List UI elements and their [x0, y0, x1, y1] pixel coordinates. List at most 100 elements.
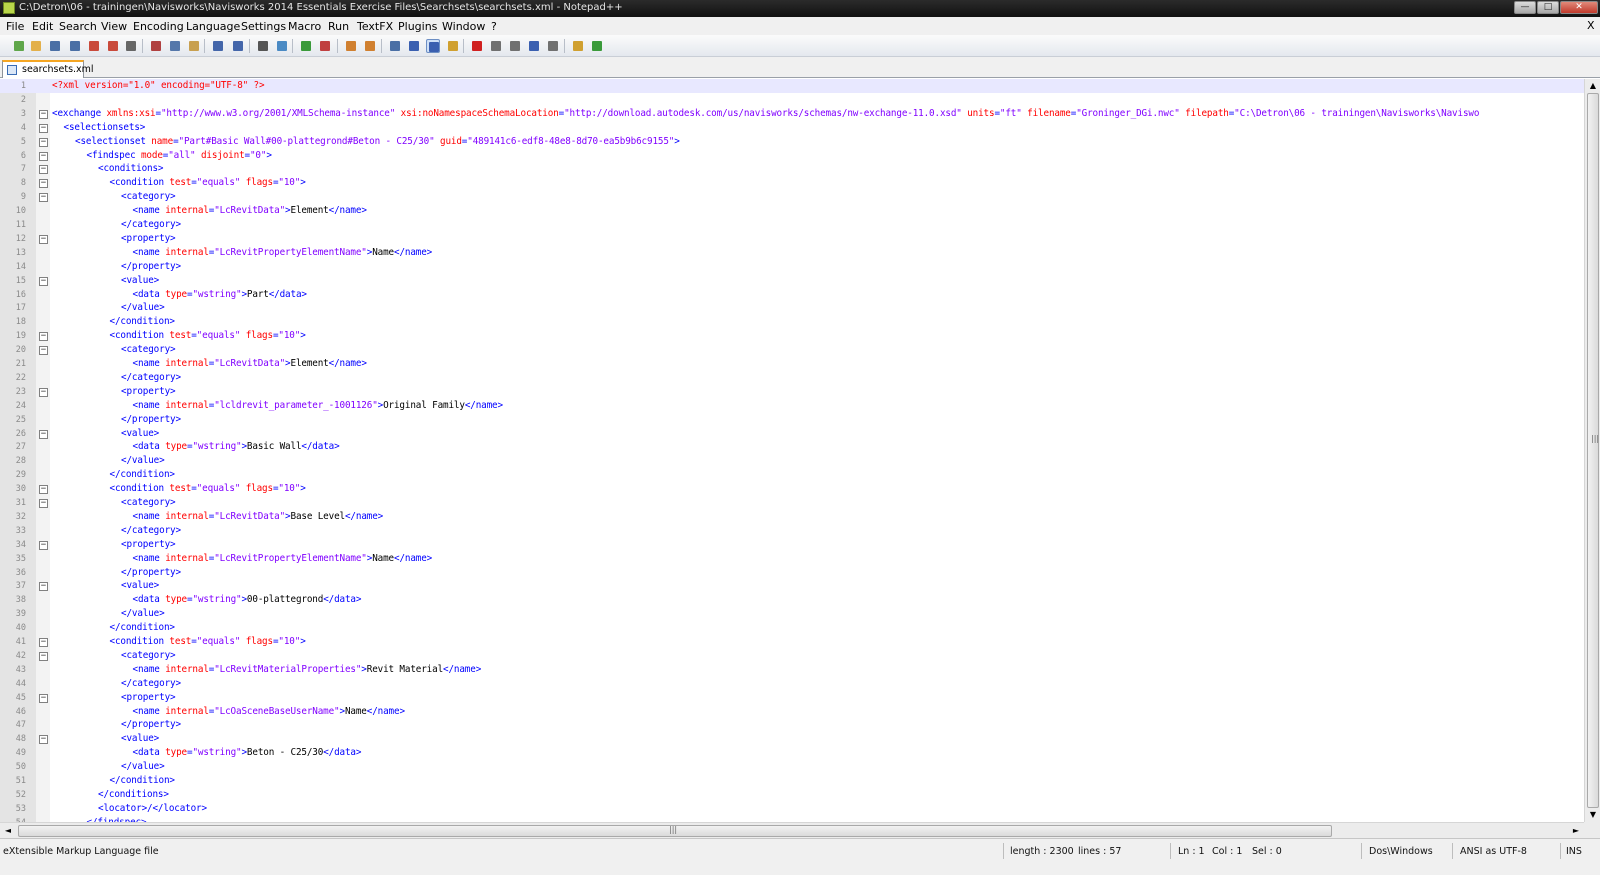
fold-toggle-icon[interactable]: − — [39, 735, 48, 745]
cut-button[interactable] — [149, 39, 163, 53]
close-all-button[interactable] — [106, 39, 120, 53]
save-button[interactable] — [48, 39, 62, 53]
code-line[interactable]: 25 </property> — [0, 413, 1584, 427]
code-line[interactable]: 15 − <value> — [0, 274, 1584, 288]
fold-toggle-icon[interactable]: − — [39, 693, 48, 703]
zoom-in-button[interactable] — [299, 39, 313, 53]
vertical-scrollbar[interactable]: ▲ ||| ▼ — [1584, 79, 1600, 822]
code-line[interactable]: 31 − <category> — [0, 496, 1584, 510]
code-line[interactable]: 27 <data type="wstring">Basic Wall</data> — [0, 440, 1584, 454]
code-line[interactable]: 43 <name internal="LcRevitMaterialPropert… — [0, 663, 1584, 677]
minimize-button[interactable]: — — [1514, 1, 1536, 14]
menu-macro[interactable]: Macro — [288, 20, 321, 33]
code-line[interactable]: 30 − <condition test="equals" flags="10"> — [0, 482, 1584, 496]
code-line[interactable]: 2 — [0, 93, 1584, 107]
vertical-scroll-thumb[interactable]: ||| — [1587, 93, 1599, 808]
fold-toggle-icon[interactable]: − — [39, 651, 48, 661]
record-macro-button[interactable] — [470, 39, 484, 53]
code-line[interactable]: 39 </value> — [0, 607, 1584, 621]
sync-vertical-button[interactable] — [344, 39, 358, 53]
close-window-button[interactable]: ✕ — [1560, 1, 1598, 14]
scroll-left-icon[interactable]: ◄ — [0, 823, 16, 839]
code-line[interactable]: 48 − <value> — [0, 732, 1584, 746]
word-wrap-button[interactable] — [388, 39, 402, 53]
code-line[interactable]: 10 <name internal="LcRevitData">Element</… — [0, 204, 1584, 218]
sync-horizontal-button[interactable] — [363, 39, 377, 53]
code-line[interactable]: 49 <data type="wstring">Beton - C25/30</d… — [0, 746, 1584, 760]
launch-browser-button[interactable] — [571, 39, 585, 53]
fold-toggle-icon[interactable]: − — [39, 582, 48, 592]
open-file-button[interactable] — [29, 39, 43, 53]
code-line[interactable]: 23 − <property> — [0, 385, 1584, 399]
save-all-button[interactable] — [68, 39, 82, 53]
fold-toggle-icon[interactable]: − — [39, 123, 48, 133]
code-line[interactable]: 24 <name internal="lcldrevit_parameter_-1… — [0, 399, 1584, 413]
horizontal-scrollbar[interactable]: ◄ ||| ► — [0, 822, 1584, 838]
code-line[interactable]: 16 <data type="wstring">Part</data> — [0, 288, 1584, 302]
code-line[interactable]: 53 <locator>/</locator> — [0, 802, 1584, 816]
code-line[interactable]: 47 </property> — [0, 718, 1584, 732]
menu-encoding[interactable]: Encoding — [133, 20, 184, 33]
fold-toggle-icon[interactable]: − — [39, 276, 48, 286]
paste-button[interactable] — [187, 39, 201, 53]
code-line[interactable]: 22 </category> — [0, 371, 1584, 385]
horizontal-scroll-thumb[interactable]: ||| — [18, 825, 1332, 837]
undo-button[interactable] — [211, 39, 225, 53]
fold-toggle-icon[interactable]: − — [39, 485, 48, 495]
menu-plugins[interactable]: Plugins — [398, 20, 437, 33]
code-line[interactable]: 29 </condition> — [0, 468, 1584, 482]
code-line[interactable]: 38 <data type="wstring">00-plattegrond</d… — [0, 593, 1584, 607]
fold-toggle-icon[interactable]: − — [39, 151, 48, 161]
print-button[interactable] — [124, 39, 138, 53]
editor-area[interactable]: 1 <?xml version="1.0" encoding="UTF-8" ?>… — [0, 79, 1584, 822]
code-line[interactable]: 33 </category> — [0, 524, 1584, 538]
code-line[interactable]: 45 − <property> — [0, 691, 1584, 705]
menu-settings[interactable]: Settings — [241, 20, 286, 33]
code-line[interactable]: 32 <name internal="LcRevitData">Base Leve… — [0, 510, 1584, 524]
code-line[interactable]: 19 − <condition test="equals" flags="10"> — [0, 329, 1584, 343]
copy-button[interactable] — [168, 39, 182, 53]
code-line[interactable]: 46 <name internal="LcOaSceneBaseUserName"… — [0, 705, 1584, 719]
scroll-up-icon[interactable]: ▲ — [1585, 79, 1600, 93]
code-line[interactable]: 35 <name internal="LcRevitPropertyElement… — [0, 552, 1584, 566]
code-line[interactable]: 14 </property> — [0, 260, 1584, 274]
code-line[interactable]: 51 </condition> — [0, 774, 1584, 788]
code-line[interactable]: 34 − <property> — [0, 538, 1584, 552]
scroll-right-icon[interactable]: ► — [1568, 823, 1584, 839]
code-line[interactable]: 52 </conditions> — [0, 788, 1584, 802]
replace-button[interactable] — [275, 39, 289, 53]
code-line[interactable]: 42 − <category> — [0, 649, 1584, 663]
close-document-button[interactable]: X — [1587, 19, 1595, 32]
code-line[interactable]: 37 − <value> — [0, 579, 1584, 593]
new-file-button[interactable] — [12, 39, 26, 53]
menu-view[interactable]: View — [101, 20, 127, 33]
code-line[interactable]: 26 − <value> — [0, 427, 1584, 441]
save-macro-button[interactable] — [546, 39, 560, 53]
code-line[interactable]: 18 </condition> — [0, 315, 1584, 329]
fold-toggle-icon[interactable]: − — [39, 234, 48, 244]
show-all-characters-button[interactable] — [407, 39, 421, 53]
code-line[interactable]: 5 − <selectionset name="Part#Basic Wall#00… — [0, 135, 1584, 149]
code-line[interactable]: 12 − <property> — [0, 232, 1584, 246]
code-line[interactable]: 13 <name internal="LcRevitPropertyElement… — [0, 246, 1584, 260]
fold-toggle-icon[interactable]: − — [39, 387, 48, 397]
code-line[interactable]: 4 − <selectionsets> — [0, 121, 1584, 135]
code-line[interactable]: 36 </property> — [0, 566, 1584, 580]
menu-help[interactable]: ? — [491, 20, 497, 33]
menu-window[interactable]: Window — [442, 20, 485, 33]
menu-language[interactable]: Language — [186, 20, 240, 33]
tab-searchsets-xml[interactable]: searchsets.xml — [2, 60, 94, 78]
code-line[interactable]: 17 </value> — [0, 301, 1584, 315]
maximize-button[interactable]: □ — [1537, 1, 1559, 14]
code-line[interactable]: 50 </value> — [0, 760, 1584, 774]
code-line[interactable]: 1 <?xml version="1.0" encoding="UTF-8" ?> — [0, 79, 1584, 93]
fold-toggle-icon[interactable]: − — [39, 346, 48, 356]
code-line[interactable]: 6 − <findspec mode="all" disjoint="0"> — [0, 149, 1584, 163]
playback-macro-button[interactable] — [508, 39, 522, 53]
menu-run[interactable]: Run — [328, 20, 349, 33]
fold-toggle-icon[interactable]: − — [39, 429, 48, 439]
code-line[interactable]: 21 <name internal="LcRevitData">Element</… — [0, 357, 1584, 371]
zoom-out-button[interactable] — [318, 39, 332, 53]
fold-toggle-icon[interactable]: − — [39, 109, 48, 119]
fold-toggle-icon[interactable]: − — [39, 638, 48, 647]
